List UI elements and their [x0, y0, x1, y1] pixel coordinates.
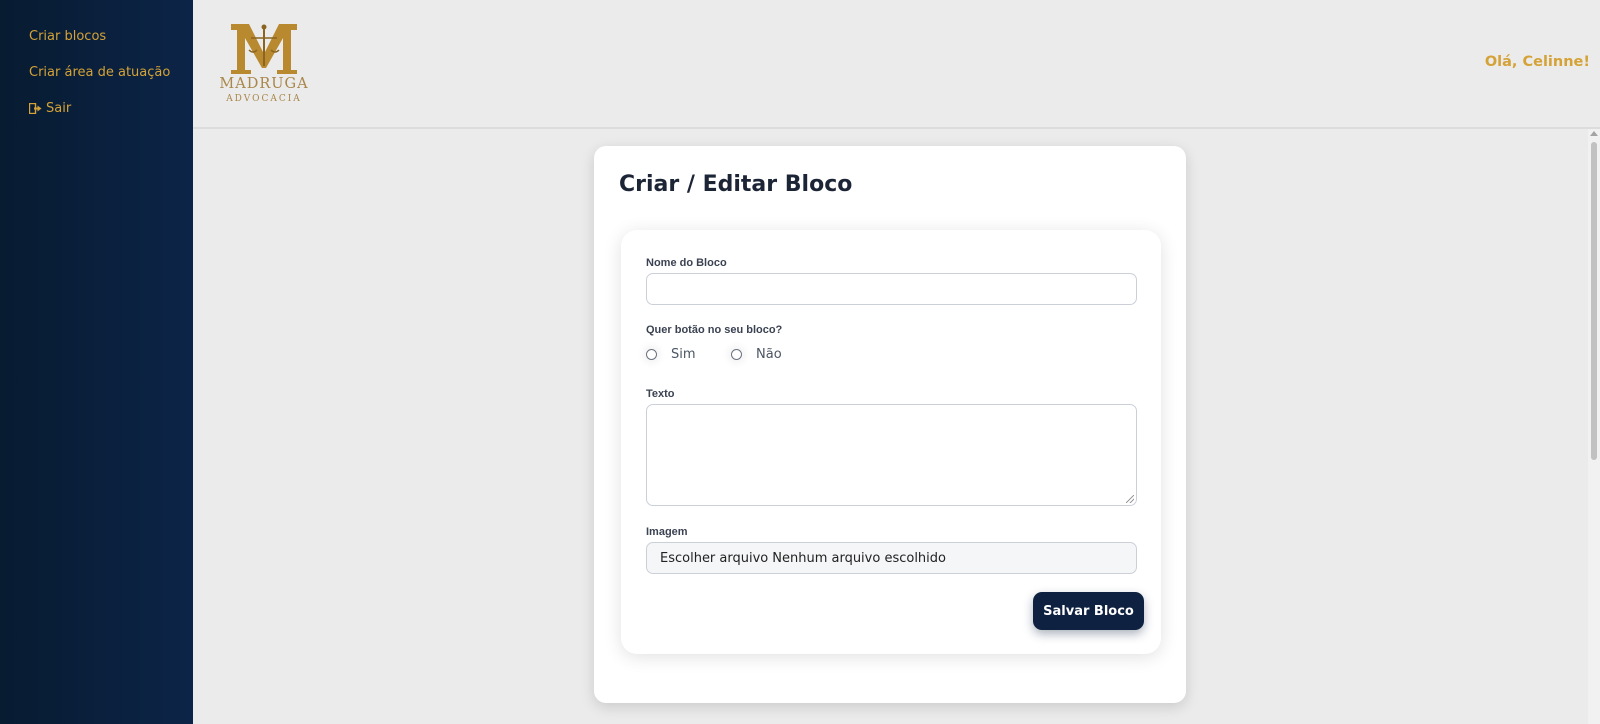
sidebar-item-sair[interactable]: Sair	[29, 101, 71, 116]
block-name-input[interactable]	[646, 273, 1137, 305]
text-label: Texto	[646, 388, 675, 400]
scrollbar-thumb[interactable]	[1591, 142, 1597, 460]
radio-label-nao: Não	[756, 347, 782, 362]
button-question-label: Quer botão no seu bloco?	[646, 324, 783, 336]
logo-wordmark: MADRUGA	[219, 76, 309, 92]
sidebar-item-criar-blocos[interactable]: Criar blocos	[29, 29, 106, 44]
page-scrollbar[interactable]	[1588, 129, 1600, 724]
user-greeting: Olá, Celinne!	[1484, 54, 1590, 70]
resize-grip-icon[interactable]	[1126, 495, 1134, 503]
file-status-text: Nenhum arquivo escolhido	[772, 550, 946, 566]
sidebar-item-label: Criar blocos	[29, 29, 107, 44]
form-panel: Nome do Bloco Quer botão no seu bloco? S…	[621, 230, 1161, 654]
sidebar: Criar blocos Criar área de atuação Sair	[0, 0, 193, 724]
radio-option-sim[interactable]: Sim	[646, 347, 696, 362]
logo-subtitle: ADVOCACIA	[226, 94, 302, 104]
form-card: Criar / Editar Bloco Nome do Bloco Quer …	[594, 146, 1186, 703]
image-label: Imagem	[646, 526, 688, 538]
top-header: MADRUGA ADVOCACIA Olá, Celinne!	[193, 0, 1600, 129]
sidebar-item-label: Criar área de atuação	[29, 65, 171, 80]
image-file-input[interactable]: Escolher arquivo Nenhum arquivo escolhid…	[646, 542, 1137, 574]
choose-file-button[interactable]: Escolher arquivo	[660, 551, 768, 566]
save-block-button[interactable]: Salvar Bloco	[1033, 592, 1144, 630]
page-title: Criar / Editar Bloco	[619, 172, 853, 197]
radio-label-sim: Sim	[671, 347, 696, 362]
sidebar-item-criar-area[interactable]: Criar área de atuação	[29, 65, 170, 80]
scroll-up-arrow-icon[interactable]	[1590, 131, 1598, 136]
radio-sim[interactable]	[646, 349, 657, 360]
sign-out-icon	[29, 103, 42, 114]
radio-nao[interactable]	[731, 349, 742, 360]
radio-option-nao[interactable]: Não	[731, 347, 782, 362]
sidebar-item-label: Sair	[46, 101, 72, 116]
name-label: Nome do Bloco	[646, 257, 727, 269]
text-textarea[interactable]	[646, 404, 1137, 506]
